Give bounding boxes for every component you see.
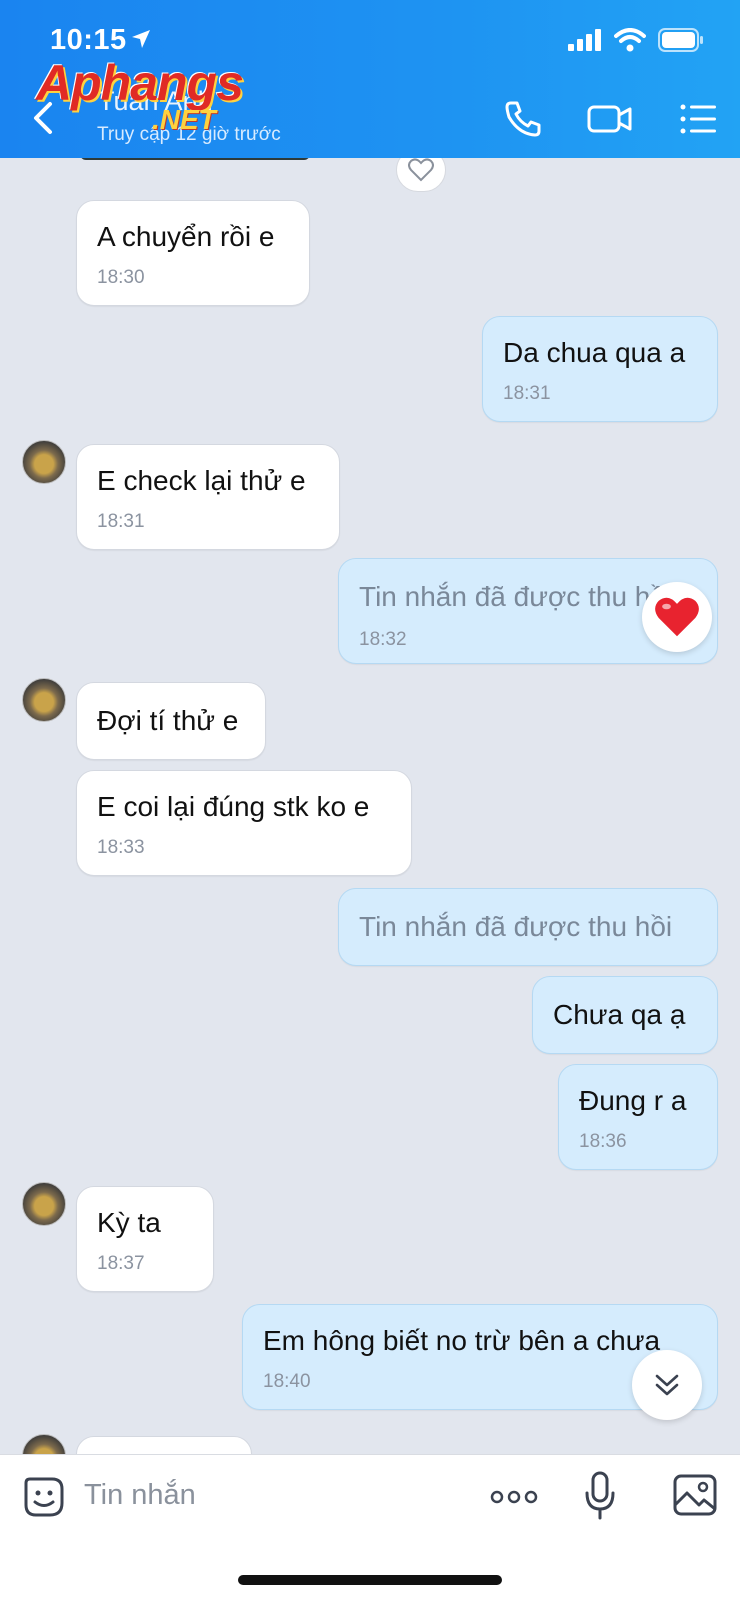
message-text: Kỳ ta	[97, 1207, 161, 1238]
microphone-icon[interactable]	[584, 1471, 616, 1521]
message-text: Tin nhắn đã được thu hồi	[359, 911, 673, 942]
sticker-emoji-icon[interactable]	[22, 1475, 66, 1519]
message-text: Chưa qa ạ	[553, 999, 686, 1030]
message-input[interactable]: Tin nhắn	[84, 1479, 196, 1512]
message-input-bar: Tin nhắn	[0, 1454, 740, 1600]
wifi-icon	[614, 28, 646, 52]
message-text: Tin nhắn đã được thu hồi	[359, 581, 673, 612]
message-bubble-outgoing[interactable]: Da chua qua a 18:31	[482, 316, 718, 422]
message-time: 18:32	[359, 629, 407, 650]
location-arrow-icon	[132, 30, 150, 48]
message-text: A chuyển rồi e	[97, 221, 275, 252]
message-bubble-incoming[interactable]: Kỳ ta 18:37	[76, 1186, 214, 1292]
home-indicator[interactable]	[238, 1575, 502, 1585]
watermark-logo: Aphangs	[36, 55, 244, 111]
avatar[interactable]	[22, 1434, 66, 1454]
message-bubble-outgoing[interactable]: Chưa qa ạ	[532, 976, 718, 1054]
heart-outline-icon	[408, 158, 434, 182]
menu-list-icon[interactable]	[678, 98, 720, 140]
message-text: Em hông biết no trừ bên a chưa	[263, 1325, 661, 1356]
message-bubble-incoming[interactable]: Đợi tí thử e	[76, 682, 266, 760]
double-chevron-down-icon	[655, 1374, 679, 1396]
message-list[interactable]: A chuyển rồi e 18:30 Da chua qua a 18:31…	[0, 158, 740, 1454]
phone-call-icon[interactable]	[502, 98, 544, 140]
message-time: 18:31	[97, 511, 145, 532]
previous-image-edge	[80, 158, 310, 160]
watermark-suffix: .NET	[152, 104, 216, 135]
message-time: 18:40	[263, 1371, 311, 1392]
video-call-icon[interactable]	[586, 98, 634, 140]
avatar[interactable]	[22, 678, 66, 722]
message-text: Đợi tí thử e	[97, 705, 239, 736]
avatar[interactable]	[22, 440, 66, 484]
react-heart-button[interactable]	[396, 158, 446, 192]
message-bubble-incoming-partial[interactable]	[76, 1436, 252, 1454]
scroll-to-bottom-button[interactable]	[632, 1350, 702, 1420]
more-options-icon[interactable]	[490, 1485, 538, 1509]
message-time: 18:31	[503, 383, 551, 404]
message-time: 18:37	[97, 1253, 145, 1274]
status-time: 10:15	[50, 24, 127, 56]
message-bubble-outgoing-recalled[interactable]: Tin nhắn đã được thu hồi	[338, 888, 718, 966]
message-time: 18:33	[97, 837, 145, 858]
chat-header: 10:15 Tuấn Anh Truy cập 12 giờ trước Aph…	[0, 0, 740, 158]
message-bubble-incoming[interactable]: A chuyển rồi e 18:30	[76, 200, 310, 306]
message-bubble-outgoing[interactable]: Đung r a 18:36	[558, 1064, 718, 1170]
signal-icon	[568, 29, 601, 51]
message-text: E coi lại đúng stk ko e	[97, 791, 370, 822]
message-time: 18:30	[97, 267, 145, 288]
heart-reaction-icon	[655, 597, 699, 637]
image-gallery-icon[interactable]	[672, 1473, 718, 1517]
message-text: Đung r a	[579, 1085, 687, 1116]
status-indicators	[568, 28, 704, 52]
avatar[interactable]	[22, 1182, 66, 1226]
message-time: 18:36	[579, 1131, 627, 1152]
battery-icon	[658, 28, 703, 52]
message-reaction[interactable]	[642, 582, 712, 652]
message-text: E check lại thử e	[97, 465, 306, 496]
message-bubble-incoming[interactable]: E coi lại đúng stk ko e 18:33	[76, 770, 412, 876]
message-text: Da chua qua a	[503, 337, 686, 368]
message-bubble-incoming[interactable]: E check lại thử e 18:31	[76, 444, 340, 550]
